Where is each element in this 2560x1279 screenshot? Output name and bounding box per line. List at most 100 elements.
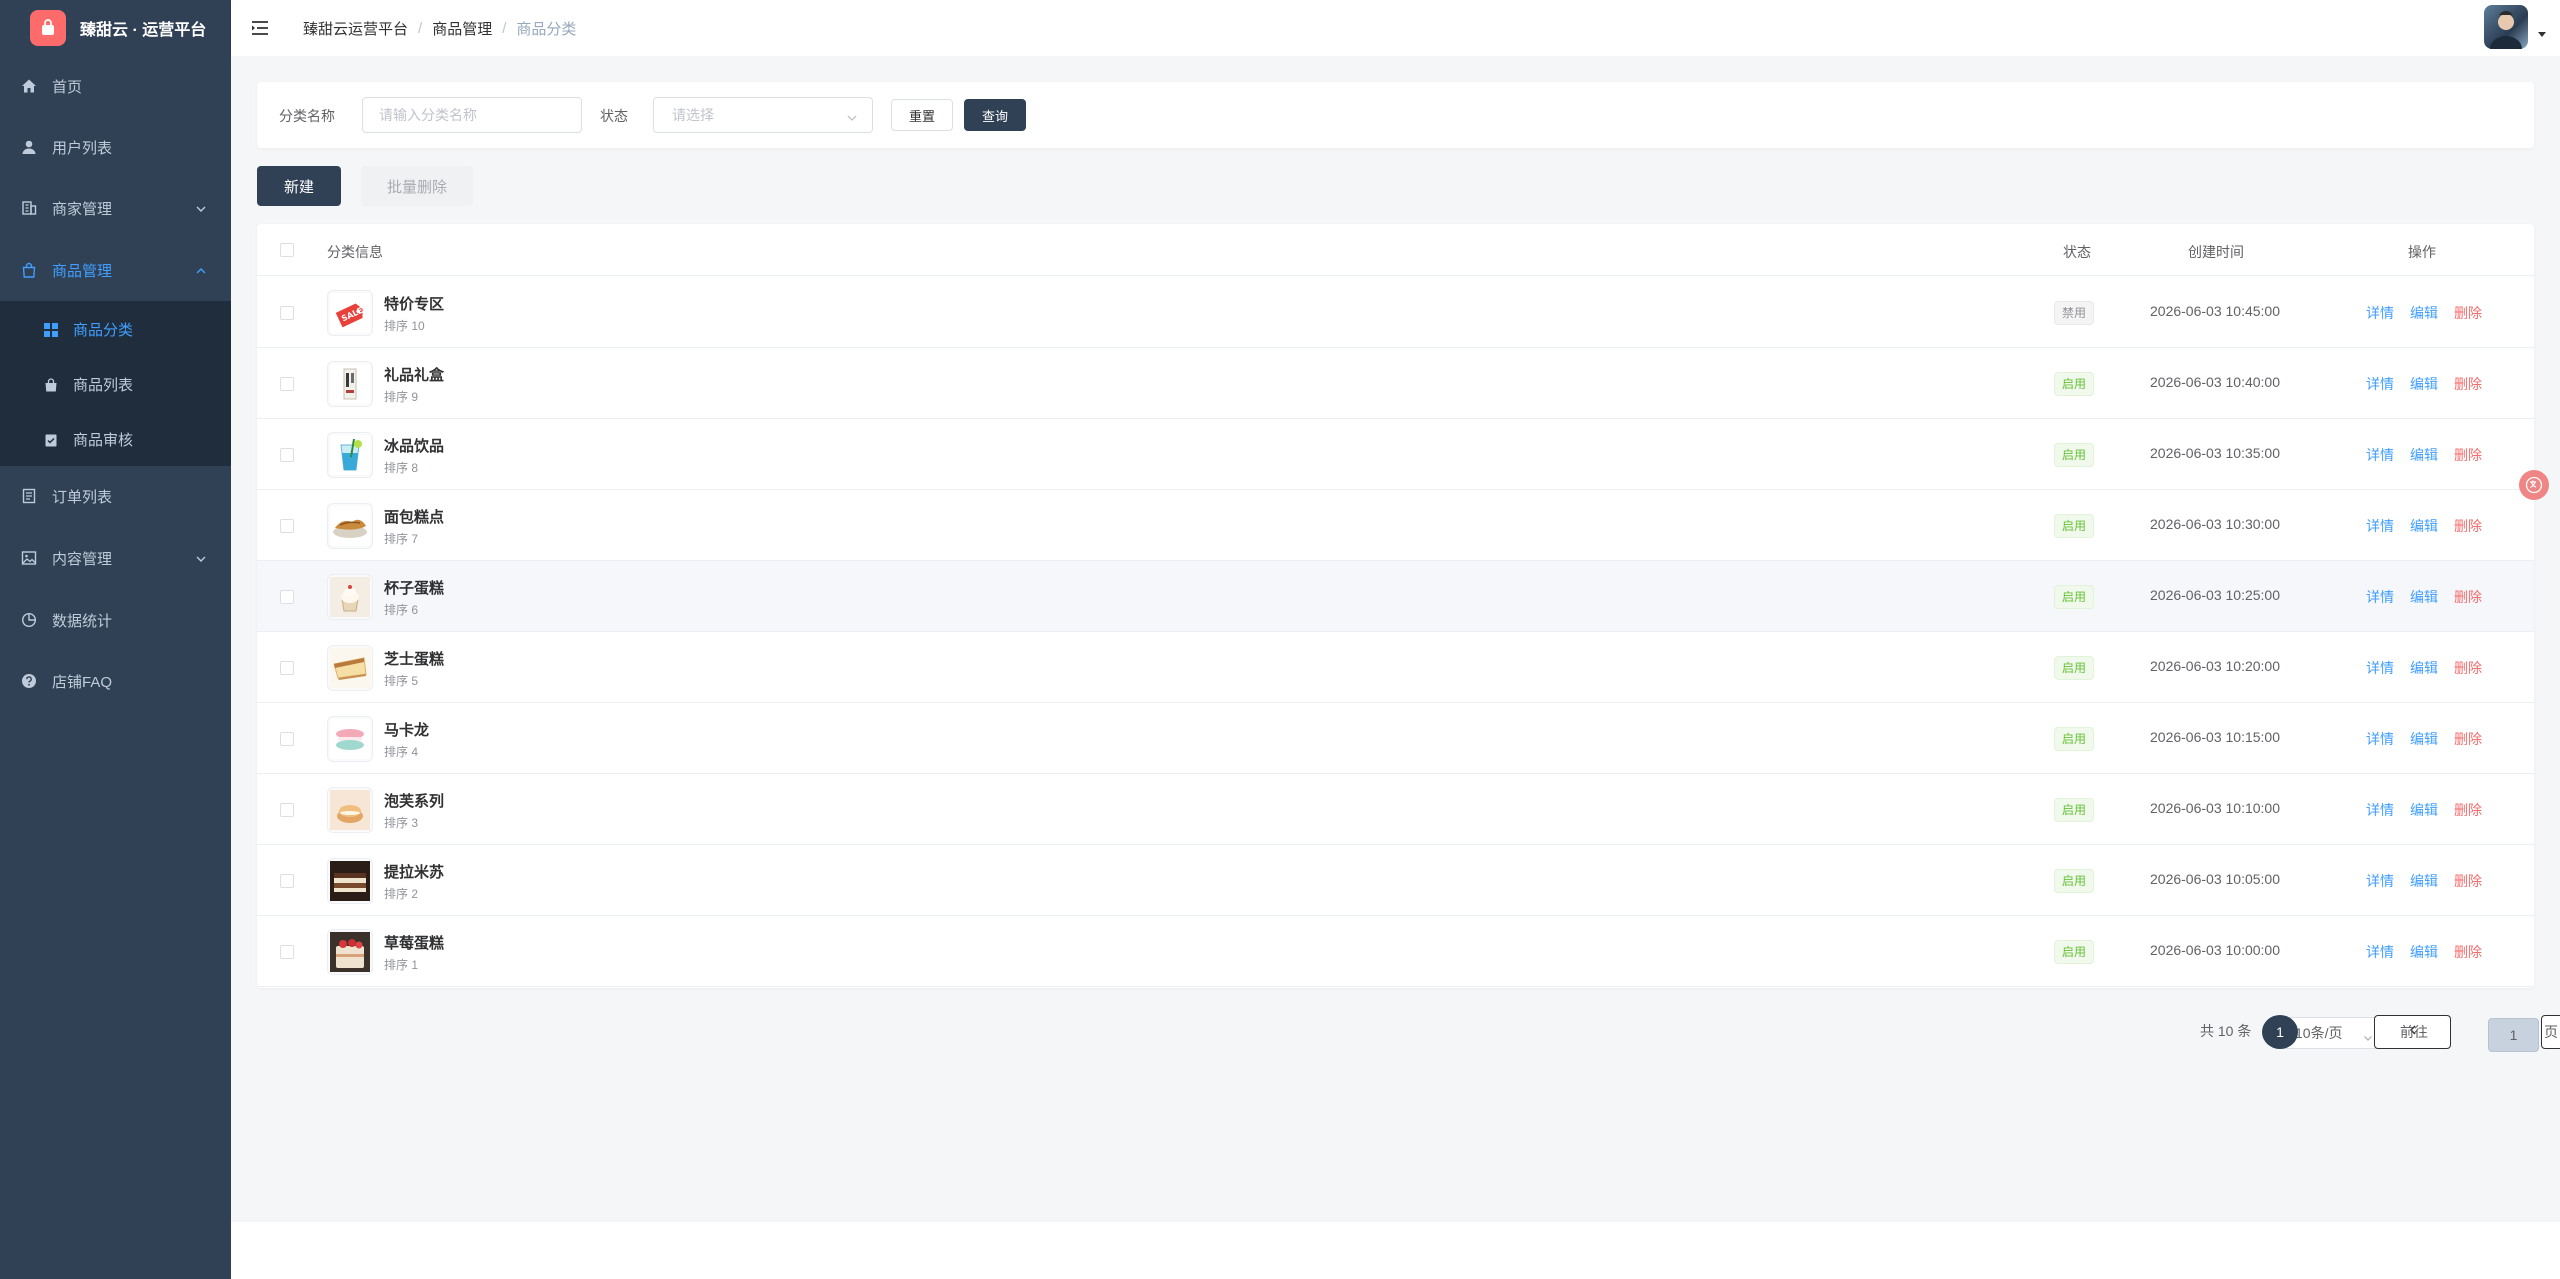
new-button[interactable]: 新建 xyxy=(257,166,341,206)
category-thumbnail xyxy=(327,432,373,478)
detail-link[interactable]: 详情 xyxy=(2366,516,2394,536)
chevron-down-icon xyxy=(846,111,858,127)
sidebar-item-home[interactable]: 首页 xyxy=(0,56,231,116)
detail-link[interactable]: 详情 xyxy=(2366,587,2394,607)
edit-link[interactable]: 编辑 xyxy=(2410,303,2438,323)
sidebar-item-statistics[interactable]: 数据统计 xyxy=(0,590,231,650)
edit-link[interactable]: 编辑 xyxy=(2410,658,2438,678)
detail-link[interactable]: 详情 xyxy=(2366,871,2394,891)
delete-link[interactable]: 删除 xyxy=(2454,445,2482,465)
status-label: 状态 xyxy=(600,108,628,124)
logo-bar: 臻甜云 · 运营平台 xyxy=(0,0,231,56)
breadcrumb-item-products[interactable]: 商品管理 xyxy=(432,18,492,39)
edit-link[interactable]: 编辑 xyxy=(2410,942,2438,962)
delete-link[interactable]: 删除 xyxy=(2454,800,2482,820)
sidebar-subitem-product-review[interactable]: 商品审核 xyxy=(0,412,231,467)
delete-link[interactable]: 删除 xyxy=(2454,374,2482,394)
detail-link[interactable]: 详情 xyxy=(2366,729,2394,749)
row-checkbox[interactable] xyxy=(280,945,294,959)
row-checkbox[interactable] xyxy=(280,448,294,462)
row-checkbox[interactable] xyxy=(280,377,294,391)
edit-link[interactable]: 编辑 xyxy=(2410,729,2438,749)
delete-link[interactable]: 删除 xyxy=(2454,871,2482,891)
table-row: 草莓蛋糕 排序 1 启用 2026-06-03 10:00:00 详情 编辑 删… xyxy=(257,916,2534,987)
avatar[interactable] xyxy=(2484,5,2528,49)
select-all-checkbox[interactable] xyxy=(280,243,294,257)
row-checkbox[interactable] xyxy=(280,306,294,320)
query-button[interactable]: 查询 xyxy=(964,99,1026,131)
detail-link[interactable]: 详情 xyxy=(2366,800,2394,820)
category-thumbnail xyxy=(327,787,373,833)
page-suffix-label: 页 xyxy=(2544,1024,2558,1040)
chevron-down-icon xyxy=(195,552,207,569)
sidebar-item-label: 内容管理 xyxy=(52,550,113,568)
pagination-total: 共 10 条 xyxy=(2200,1023,2252,1039)
category-thumbnail xyxy=(327,503,373,549)
category-sort: 排序 2 xyxy=(384,887,419,901)
status-select[interactable]: 请选择 xyxy=(653,97,873,133)
goto-page-input[interactable] xyxy=(2488,1018,2539,1052)
table-row: 芝士蛋糕 排序 5 启用 2026-06-03 10:20:00 详情 编辑 删… xyxy=(257,632,2534,703)
row-checkbox[interactable] xyxy=(280,590,294,604)
edit-link[interactable]: 编辑 xyxy=(2410,374,2438,394)
edit-link[interactable]: 编辑 xyxy=(2410,871,2438,891)
detail-link[interactable]: 详情 xyxy=(2366,445,2394,465)
sidebar-item-orders[interactable]: 订单列表 xyxy=(0,466,231,526)
category-thumbnail xyxy=(327,929,373,975)
table-row: 冰品饮品 排序 8 启用 2026-06-03 10:35:00 详情 编辑 删… xyxy=(257,419,2534,490)
edit-link[interactable]: 编辑 xyxy=(2410,445,2438,465)
batch-delete-button[interactable]: 批量删除 xyxy=(361,166,473,206)
delete-link[interactable]: 删除 xyxy=(2454,303,2482,323)
delete-link[interactable]: 删除 xyxy=(2454,658,2482,678)
category-name: 草莓蛋糕 xyxy=(384,935,445,952)
breadcrumb-item-home[interactable]: 臻甜云运营平台 xyxy=(303,18,408,39)
delete-link[interactable]: 删除 xyxy=(2454,516,2482,536)
menu-fold-icon[interactable] xyxy=(250,18,270,38)
row-checkbox[interactable] xyxy=(280,732,294,746)
sidebar-item-users[interactable]: 用户列表 xyxy=(0,117,231,177)
breadcrumb-item-current: 商品分类 xyxy=(516,20,577,38)
category-name: 马卡龙 xyxy=(384,722,430,739)
sidebar-subitem-label: 商品列表 xyxy=(73,377,134,394)
created-time: 2026-06-03 10:45:00 xyxy=(2150,303,2280,319)
column-header-created: 创建时间 xyxy=(2188,244,2244,260)
delete-link[interactable]: 删除 xyxy=(2454,942,2482,962)
detail-link[interactable]: 详情 xyxy=(2366,303,2394,323)
sidebar-subitem-label: 商品分类 xyxy=(73,322,134,339)
status-badge: 启用 xyxy=(2054,869,2095,893)
sidebar-item-merchants[interactable]: 商家管理 xyxy=(0,178,231,238)
row-checkbox[interactable] xyxy=(280,803,294,817)
delete-link[interactable]: 删除 xyxy=(2454,729,2482,749)
edit-link[interactable]: 编辑 xyxy=(2410,800,2438,820)
pie-chart-icon xyxy=(20,611,38,629)
avatar-caret-icon[interactable] xyxy=(2538,32,2546,37)
top-header: 臻甜云运营平台 / 商品管理 / 商品分类 xyxy=(231,0,2560,56)
category-sort: 排序 3 xyxy=(384,816,419,830)
category-name: 提拉米苏 xyxy=(384,864,445,881)
edit-link[interactable]: 编辑 xyxy=(2410,516,2438,536)
sidebar-subitem-product-list[interactable]: 商品列表 xyxy=(0,357,231,412)
detail-link[interactable]: 详情 xyxy=(2366,942,2394,962)
document-icon xyxy=(20,487,38,505)
row-checkbox[interactable] xyxy=(280,874,294,888)
reset-button[interactable]: 重置 xyxy=(891,99,953,131)
row-checkbox[interactable] xyxy=(280,661,294,675)
category-thumbnail xyxy=(327,361,373,407)
sidebar-item-products[interactable]: 商品管理 xyxy=(0,240,231,300)
row-checkbox[interactable] xyxy=(280,519,294,533)
grid-icon xyxy=(43,322,59,338)
sidebar: 臻甜云 · 运营平台 首页 用户列表 商家管理 商品管理 商品分类 商品列表 商… xyxy=(0,0,231,1279)
search-form: 分类名称 状态 请选择 重置 查询 xyxy=(257,82,2534,148)
translate-icon[interactable] xyxy=(2519,470,2549,500)
detail-link[interactable]: 详情 xyxy=(2366,374,2394,394)
status-badge: 启用 xyxy=(2054,798,2095,822)
sidebar-item-faq[interactable]: 店铺FAQ xyxy=(0,651,231,711)
category-name: 泡芙系列 xyxy=(384,793,445,810)
delete-link[interactable]: 删除 xyxy=(2454,587,2482,607)
edit-link[interactable]: 编辑 xyxy=(2410,587,2438,607)
page-number-1[interactable]: 1 xyxy=(2262,1015,2298,1049)
sidebar-item-content[interactable]: 内容管理 xyxy=(0,528,231,588)
category-name-input[interactable] xyxy=(362,97,582,133)
detail-link[interactable]: 详情 xyxy=(2366,658,2394,678)
sidebar-subitem-categories[interactable]: 商品分类 xyxy=(0,302,231,357)
